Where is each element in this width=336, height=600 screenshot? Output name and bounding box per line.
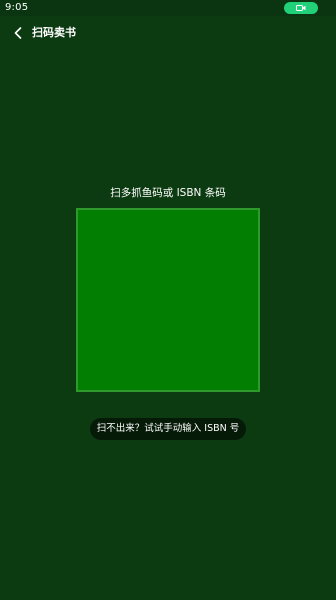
video-camera-icon bbox=[296, 5, 306, 11]
chevron-left-icon bbox=[14, 27, 22, 39]
scan-hint: 扫多抓鱼码或 ISBN 条码 bbox=[110, 187, 226, 199]
scan-frame bbox=[76, 208, 260, 392]
back-button[interactable] bbox=[8, 23, 28, 43]
status-pill[interactable] bbox=[284, 2, 318, 14]
manual-isbn-entry-button[interactable]: 扫不出来？试试手动输入 ISBN 号 bbox=[90, 418, 246, 440]
header: 扫码卖书 bbox=[0, 16, 336, 50]
status-bar: 9:05 bbox=[0, 0, 336, 16]
status-time: 9:05 bbox=[5, 2, 29, 13]
page-title: 扫码卖书 bbox=[32, 26, 76, 39]
